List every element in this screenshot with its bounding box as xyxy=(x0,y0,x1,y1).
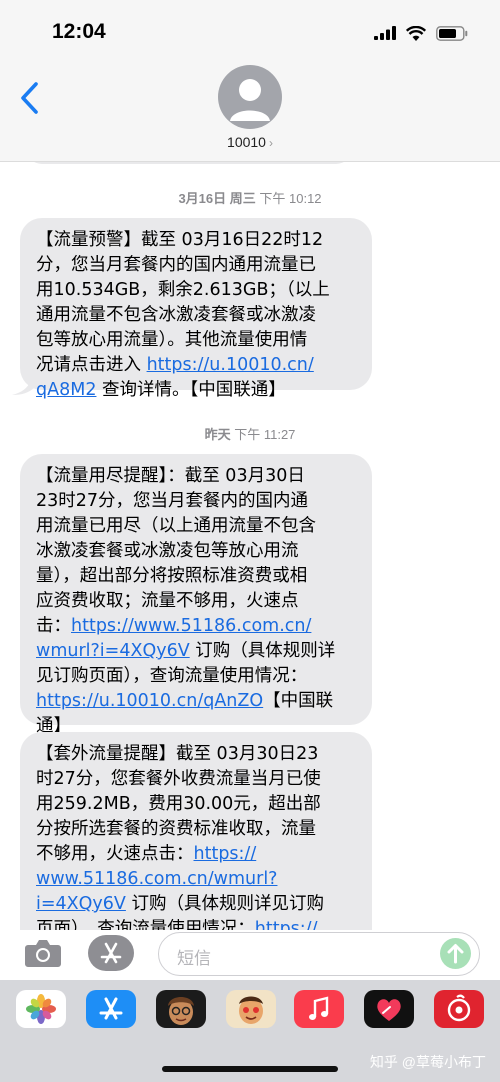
timestamp-time: 下午 10:12 xyxy=(259,191,322,206)
message-line: 分，您当月套餐内的国内通用流量已 xyxy=(36,255,316,275)
status-time: 12:04 xyxy=(52,20,106,43)
message-line: 用流量已用尽（以上通用流量不包含 xyxy=(36,516,316,536)
app-store-icon[interactable] xyxy=(86,990,136,1028)
message-line: qA8M2 查询详情。【中国联通】 xyxy=(36,378,356,403)
message-link[interactable]: https:// xyxy=(255,919,318,930)
message-line: https://u.10010.cn/qAnZO【中国联 xyxy=(36,689,356,714)
battery-icon xyxy=(436,25,468,41)
message-line: 页面），查询流量使用情况：https:// xyxy=(36,917,356,930)
message-line: 【流量用尽提醒】：截至 03月30日 xyxy=(36,466,305,486)
memoji-icon[interactable] xyxy=(156,990,206,1028)
message-line: www.51186.com.cn/wmurl? xyxy=(36,867,356,892)
message-link[interactable]: qA8M2 xyxy=(36,380,96,400)
message-line: 23时27分，您当月套餐内的国内通 xyxy=(36,491,309,511)
message-text: 不够用，火速点击： xyxy=(36,844,194,864)
message-text: 页面），查询流量使用情况： xyxy=(36,919,255,930)
message-link[interactable]: i=4XQy6V xyxy=(36,894,126,914)
app-store-icon xyxy=(100,942,122,964)
previous-message-bubble xyxy=(26,162,352,164)
message-bubble[interactable]: 【流量预警】截至 03月16日22时12 分，您当月套餐内的国内通用流量已 用1… xyxy=(20,218,372,400)
signal-icon xyxy=(374,26,396,40)
message-text: 击： xyxy=(36,616,71,636)
message-line: 包等放心用流量）。其他流量使用情 xyxy=(36,330,308,350)
status-icons xyxy=(374,24,468,42)
message-text: 【中国联 xyxy=(263,691,334,711)
message-line: 击：https://www.51186.com.cn/ xyxy=(36,614,356,639)
timestamp: 昨天 下午 11:27 xyxy=(0,424,500,443)
message-line: 分按所选套餐的资费标准收取，流量 xyxy=(36,819,316,839)
message-line: 量），超出部分将按照标准资费或相 xyxy=(36,566,308,586)
message-link[interactable]: https:// xyxy=(194,844,257,864)
message-line: 通用流量不包含冰激凌套餐或冰激凌 xyxy=(36,305,316,325)
message-link[interactable]: https://u.10010.cn/qAnZO xyxy=(36,691,263,711)
camera-icon[interactable] xyxy=(24,938,62,968)
input-bar: 短信 xyxy=(0,930,500,980)
message-link[interactable]: https://www.51186.com.cn/ xyxy=(71,616,311,636)
timestamp-time: 下午 11:27 xyxy=(234,427,296,442)
message-line: 时27分，您套餐外收费流量当月已使 xyxy=(36,769,321,789)
wifi-icon xyxy=(406,25,426,41)
message-line: 冰激凌套餐或冰激凌包等放心用流 xyxy=(36,541,299,561)
message-link[interactable]: wmurl?i=4XQy6V xyxy=(36,641,190,661)
message-bubble[interactable]: 【流量用尽提醒】：截至 03月30日 23时27分，您当月套餐内的国内通 用流量… xyxy=(20,454,372,736)
send-button[interactable] xyxy=(440,938,471,969)
conversation-header: 10010 › xyxy=(0,60,500,162)
timestamp-date: 昨天 xyxy=(204,427,231,442)
timestamp: 3月16日 周三 下午 10:12 xyxy=(0,188,500,207)
home-indicator[interactable] xyxy=(162,1066,338,1072)
memoji-2-icon[interactable] xyxy=(226,990,276,1028)
contact-name[interactable]: 10010 › xyxy=(0,134,500,150)
person-icon xyxy=(230,79,270,121)
message-link[interactable]: www.51186.com.cn/wmurl? xyxy=(36,869,277,889)
message-thread[interactable]: 3月16日 周三 下午 10:12 【流量预警】截至 03月16日22时12 分… xyxy=(0,162,500,930)
message-line: wmurl?i=4XQy6V 订购（具体规则详 xyxy=(36,639,356,664)
message-line: 况请点击进入 https://u.10010.cn/ xyxy=(36,353,356,378)
message-text: 订购（具体规则详 xyxy=(189,641,336,661)
chevron-right-icon: › xyxy=(268,136,273,150)
message-line: 【套外流量提醒】截至 03月30日23 xyxy=(36,744,319,764)
arrow-up-icon xyxy=(447,944,464,964)
music-icon[interactable] xyxy=(294,990,344,1028)
message-input-placeholder: 短信 xyxy=(177,949,211,969)
message-line: 用10.534GB，剩余2.613GB；（以上 xyxy=(36,280,330,300)
app-store-apps-button[interactable] xyxy=(88,935,134,971)
bubble-tail xyxy=(12,376,34,395)
message-line: 用259.2MB，费用30.00元，超出部 xyxy=(36,794,321,814)
message-line: 【流量预警】截至 03月16日22时12 xyxy=(36,230,324,250)
message-text: 订购（具体规则详见订购 xyxy=(125,894,324,914)
contact-avatar[interactable] xyxy=(218,65,282,129)
back-chevron-icon[interactable] xyxy=(18,80,42,116)
message-link[interactable]: https://u.10010.cn/ xyxy=(147,355,314,375)
message-input[interactable]: 短信 xyxy=(158,932,480,976)
netease-music-icon[interactable] xyxy=(434,990,484,1028)
message-bubble[interactable]: 【套外流量提醒】截至 03月30日23 时27分，您套餐外收费流量当月已使 用2… xyxy=(20,732,372,930)
status-bar: 12:04 xyxy=(0,0,500,60)
message-text: 查询详情。【中国联通】 xyxy=(96,380,286,400)
message-line: 见订购页面），查询流量使用情况： xyxy=(36,666,308,686)
message-line: 不够用，火速点击：https:// xyxy=(36,842,356,867)
timestamp-date: 3月16日 周三 xyxy=(178,191,256,206)
app-drawer: 知乎 @草莓小布丁 xyxy=(0,980,500,1082)
message-text: 况请点击进入 xyxy=(36,355,147,375)
message-line: i=4XQy6V 订购（具体规则详见订购 xyxy=(36,892,356,917)
contact-number[interactable]: 10010 xyxy=(227,134,266,150)
watermark: 知乎 @草莓小布丁 xyxy=(369,1054,486,1070)
heart-icon[interactable] xyxy=(364,990,414,1028)
message-line: 应资费收取；流量不够用，火速点 xyxy=(36,591,299,611)
photos-icon[interactable] xyxy=(16,990,66,1028)
